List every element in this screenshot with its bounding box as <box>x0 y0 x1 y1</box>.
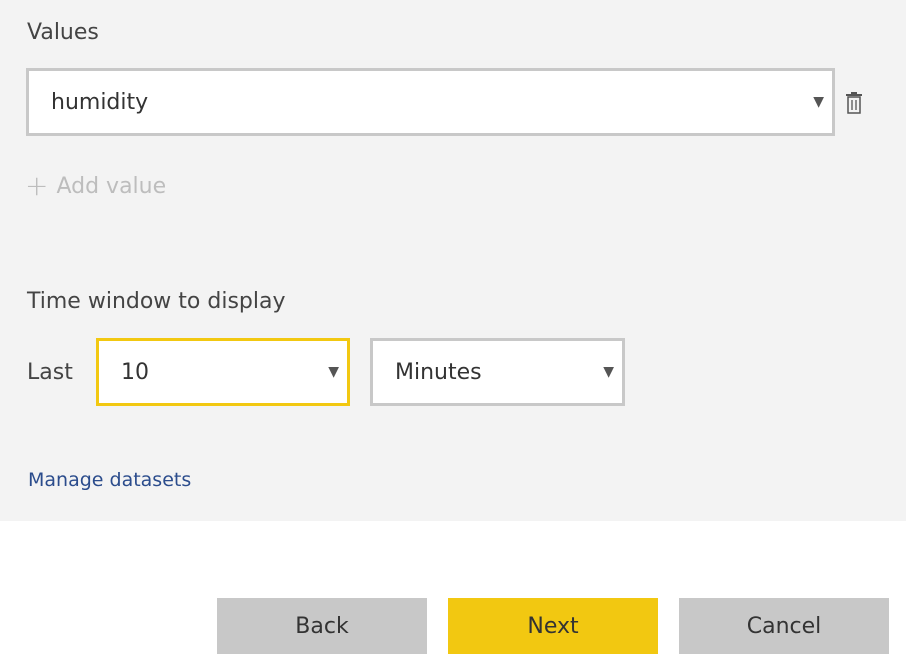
value-field-dropdown[interactable]: humidity ▼ <box>26 68 835 136</box>
plus-icon: + <box>25 169 49 202</box>
time-amount-dropdown[interactable]: 10 ▼ <box>96 338 350 406</box>
add-value-button[interactable]: + Add value <box>25 172 166 200</box>
add-value-label: Add value <box>56 173 167 199</box>
value-field-selected: humidity <box>51 89 149 115</box>
time-unit-dropdown[interactable]: Minutes ▼ <box>370 338 625 406</box>
time-window-label: Time window to display <box>27 289 286 314</box>
settings-panel: Values humidity ▼ + Add value Time windo… <box>0 0 906 521</box>
caret-down-icon: ▼ <box>328 364 339 380</box>
manage-datasets-link[interactable]: Manage datasets <box>28 469 191 491</box>
time-amount-selected: 10 <box>121 359 149 385</box>
cancel-button[interactable]: Cancel <box>679 598 889 654</box>
next-button[interactable]: Next <box>448 598 658 654</box>
trash-icon[interactable] <box>845 91 863 115</box>
values-label: Values <box>27 20 99 45</box>
back-button[interactable]: Back <box>217 598 427 654</box>
last-label: Last <box>27 360 73 385</box>
time-unit-selected: Minutes <box>395 359 482 385</box>
caret-down-icon: ▼ <box>813 94 824 110</box>
caret-down-icon: ▼ <box>603 364 614 380</box>
